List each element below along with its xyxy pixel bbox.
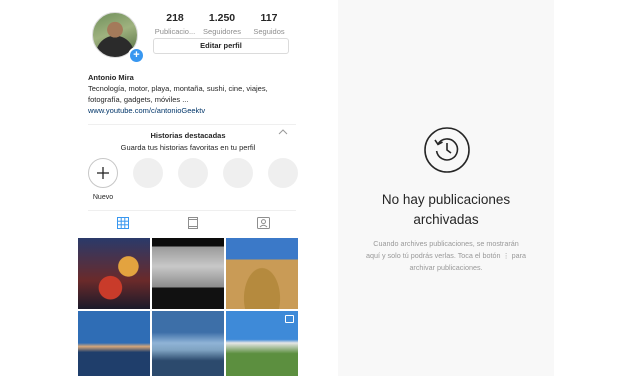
post-thumbnail[interactable]	[152, 238, 224, 309]
plus-icon	[97, 167, 109, 179]
stat-followers-value: 1.250	[208, 12, 236, 24]
stat-posts-label: Publicacio...	[154, 27, 196, 36]
profile-name: Antonio Mira	[88, 73, 134, 82]
highlight-placeholder	[178, 158, 208, 188]
tagged-icon	[256, 217, 270, 229]
post-thumbnail[interactable]	[78, 311, 150, 376]
bio-line-2: fotografía, gadgets, móviles ...	[88, 95, 189, 104]
edit-profile-button[interactable]: Editar perfil	[153, 38, 289, 54]
tab-tagged[interactable]	[228, 212, 298, 234]
stat-posts[interactable]: 218 Publicacio...	[152, 12, 198, 36]
highlights-subtitle: Guarda tus historias favoritas en tu per…	[120, 143, 256, 152]
stat-followers[interactable]: 1.250 Seguidores	[199, 12, 245, 36]
empty-desc-line-1: Cuando archives publicaciones, se mostra…	[373, 239, 519, 248]
multi-post-icon	[285, 315, 294, 323]
new-highlight-label: Nuevo	[92, 194, 114, 201]
profile-bio: Antonio Mira Tecnología, motor, playa, m…	[88, 72, 298, 116]
profile-tabs	[88, 212, 298, 234]
profile-link[interactable]: www.youtube.com/c/antonioGeektv	[88, 105, 298, 116]
empty-title-line-1: No hay publicaciones	[381, 192, 511, 207]
highlight-placeholder	[223, 158, 253, 188]
tab-portrait[interactable]	[158, 212, 228, 234]
empty-title-line-2: archivadas	[413, 212, 479, 227]
highlight-placeholder	[268, 158, 298, 188]
posts-grid	[78, 238, 300, 376]
tab-grid[interactable]	[88, 212, 158, 234]
post-thumbnail[interactable]	[226, 238, 298, 309]
empty-state-title: No hay publicaciones archivadas	[338, 190, 554, 230]
empty-desc-line-3: archivar publicaciones.	[409, 263, 483, 272]
empty-desc-line-2: aquí y solo tú podrás verlas. Toca el bo…	[365, 251, 527, 260]
grid-icon	[117, 217, 129, 229]
post-thumbnail[interactable]	[152, 311, 224, 376]
highlights-title[interactable]: Historias destacadas	[88, 131, 288, 140]
profile-screen: + 218 Publicacio... 1.250 Seguidores 117…	[78, 0, 300, 376]
portrait-icon	[188, 217, 198, 229]
post-thumbnail[interactable]	[78, 238, 150, 309]
stat-posts-value: 218	[166, 12, 184, 24]
archive-screen	[338, 0, 554, 376]
divider	[88, 210, 296, 211]
stat-following-label: Seguidos	[253, 27, 285, 36]
highlight-placeholder	[133, 158, 163, 188]
archive-clock-icon	[424, 127, 470, 173]
new-highlight-button[interactable]	[88, 158, 118, 188]
profile-stats: 218 Publicacio... 1.250 Seguidores 117 S…	[152, 12, 292, 36]
post-thumbnail[interactable]	[226, 311, 298, 376]
add-story-plus-icon[interactable]: +	[128, 47, 145, 64]
chevron-up-icon[interactable]	[278, 128, 288, 136]
divider	[88, 124, 296, 125]
stat-following[interactable]: 117 Seguidos	[246, 12, 292, 36]
empty-state-description: Cuando archives publicaciones, se mostra…	[358, 238, 534, 274]
stat-followers-label: Seguidores	[203, 27, 241, 36]
stat-following-value: 117	[260, 12, 278, 24]
bio-line-1: Tecnología, motor, playa, montaña, sushi…	[88, 84, 268, 93]
